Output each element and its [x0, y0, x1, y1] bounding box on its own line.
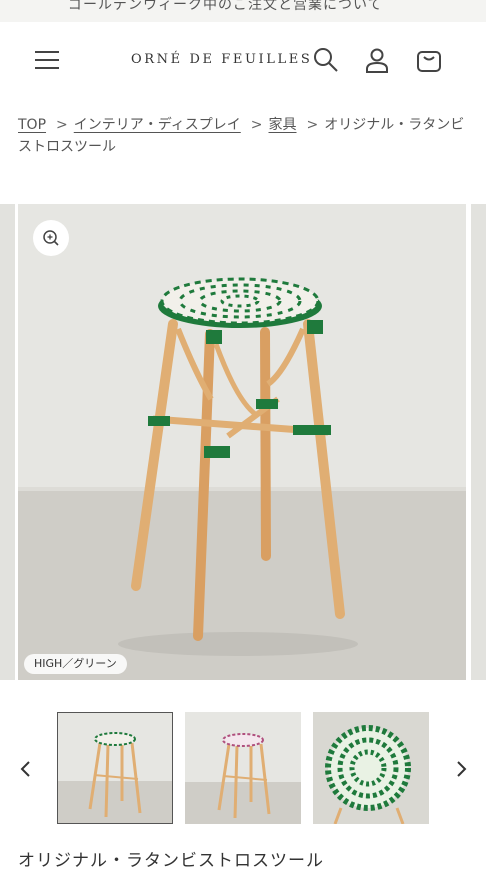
- chevron-left-icon[interactable]: [17, 758, 35, 780]
- search-icon[interactable]: [312, 46, 340, 74]
- seat-top-thumbnail-image: [313, 712, 429, 824]
- account-icon[interactable]: [363, 46, 391, 74]
- menu-icon[interactable]: [35, 48, 59, 70]
- breadcrumb: TOP > インテリア・ディスプレイ > 家具 > オリジナル・ラタンビストロスツール: [18, 114, 468, 158]
- breadcrumb-separator: >: [306, 117, 319, 133]
- green-stool-thumbnail-image: [58, 713, 172, 823]
- thumbnail-green-seat-top[interactable]: [313, 712, 429, 824]
- green-rattan-stool-photo: [18, 204, 466, 680]
- product-main-image[interactable]: HIGH／グリーン: [18, 204, 466, 680]
- zoom-in-icon[interactable]: [33, 220, 69, 256]
- breadcrumb-interior[interactable]: インテリア・ディスプレイ: [74, 117, 241, 133]
- announcement-text: ゴールデンウィーク中のご注文と営業について: [68, 0, 383, 13]
- breadcrumb-separator: >: [250, 117, 263, 133]
- thumbnail-green-stool[interactable]: [57, 712, 173, 824]
- breadcrumb-top[interactable]: TOP: [18, 117, 46, 133]
- breadcrumb-separator: >: [56, 117, 68, 133]
- breadcrumb-furniture[interactable]: 家具: [269, 117, 297, 133]
- chevron-right-icon[interactable]: [452, 758, 470, 780]
- variant-label: HIGH／グリーン: [24, 654, 127, 674]
- announcement-bar[interactable]: ゴールデンウィーク中のご注文と営業について: [0, 0, 486, 22]
- previous-slide-peek[interactable]: [0, 204, 15, 680]
- thumbnail-pink-stool[interactable]: [185, 712, 301, 824]
- site-logo[interactable]: ORNÉ DE FEUILLES: [131, 52, 312, 67]
- next-slide-peek[interactable]: [471, 204, 486, 680]
- pink-stool-thumbnail-image: [185, 712, 301, 824]
- product-title: オリジナル・ラタンビストロスツール: [18, 851, 324, 871]
- site-header: ORNÉ DE FEUILLES: [0, 22, 486, 100]
- thumbnail-strip: [0, 706, 486, 830]
- product-gallery[interactable]: HIGH／グリーン: [0, 204, 486, 680]
- cart-icon[interactable]: [415, 46, 443, 74]
